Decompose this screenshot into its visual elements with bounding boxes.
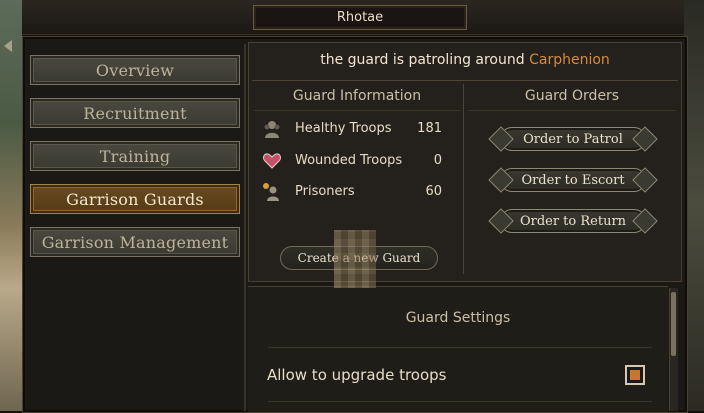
allow-upgrade-checkbox[interactable] <box>625 365 645 385</box>
nav-divider <box>244 44 246 411</box>
status-divider <box>252 80 678 81</box>
settings-row-divider <box>268 401 652 402</box>
guard-orders-title: Guard Orders <box>524 88 620 104</box>
guard-status: the guard is patroling around Carphenion <box>248 52 682 68</box>
nav-overview-label: Overview <box>95 60 175 80</box>
stat-wounded-troops: Wounded Troops 0 <box>262 150 442 172</box>
guard-status-text: the guard is patroling around <box>320 52 525 68</box>
nav-recruitment-label: Recruitment <box>83 103 187 123</box>
order-escort-button[interactable]: Order to Escort <box>488 166 658 194</box>
guard-settings-panel <box>248 286 668 412</box>
order-patrol-label: Order to Patrol <box>523 131 623 147</box>
columns-divider <box>463 84 464 274</box>
guard-settings-title: Guard Settings <box>405 310 511 326</box>
wounded-troops-value: 0 <box>433 153 442 168</box>
stat-healthy-troops: Healthy Troops 181 <box>262 118 442 140</box>
world-map-edge-left <box>0 0 22 411</box>
settings-scrollbar-thumb[interactable] <box>671 292 676 356</box>
healthy-troops-label: Healthy Troops <box>295 121 392 136</box>
settings-scrollbar[interactable] <box>669 288 678 411</box>
prisoners-label: Prisoners <box>295 184 355 199</box>
guard-information-title: Guard Information <box>292 88 422 104</box>
wounded-troops-icon <box>263 153 281 169</box>
order-return-label: Order to Return <box>519 213 627 229</box>
settlement-name-label: Rhotae <box>336 10 384 25</box>
cursor-blur-overlay <box>334 230 376 288</box>
nav-garrison-management[interactable]: Garrison Management <box>30 227 240 257</box>
healthy-troops-icon <box>264 121 280 138</box>
order-return-button[interactable]: Order to Return <box>488 207 658 235</box>
guard-information-underline <box>254 110 460 111</box>
settlement-name: Rhotae <box>253 5 467 30</box>
nav-overview[interactable]: Overview <box>30 55 240 85</box>
guard-orders-underline <box>468 110 676 111</box>
order-patrol-button[interactable]: Order to Patrol <box>488 125 658 153</box>
nav-garrison-management-label: Garrison Management <box>41 232 229 252</box>
prisoners-icon <box>263 183 279 201</box>
order-escort-label: Order to Escort <box>521 172 625 188</box>
guard-status-place: Carphenion <box>529 52 610 68</box>
nav-training-label: Training <box>99 146 171 166</box>
prisoners-value: 60 <box>425 184 442 199</box>
nav-recruitment[interactable]: Recruitment <box>30 98 240 128</box>
nav-training[interactable]: Training <box>30 141 240 171</box>
wounded-troops-label: Wounded Troops <box>295 153 403 168</box>
healthy-troops-value: 181 <box>417 121 442 136</box>
nav-garrison-guards-label: Garrison Guards <box>66 189 204 209</box>
collapse-arrow-icon[interactable] <box>4 40 12 52</box>
allow-upgrade-label: Allow to upgrade troops <box>267 366 447 384</box>
stat-prisoners: Prisoners 60 <box>262 181 442 203</box>
nav-garrison-guards[interactable]: Garrison Guards <box>30 184 240 214</box>
settings-divider <box>268 347 652 348</box>
